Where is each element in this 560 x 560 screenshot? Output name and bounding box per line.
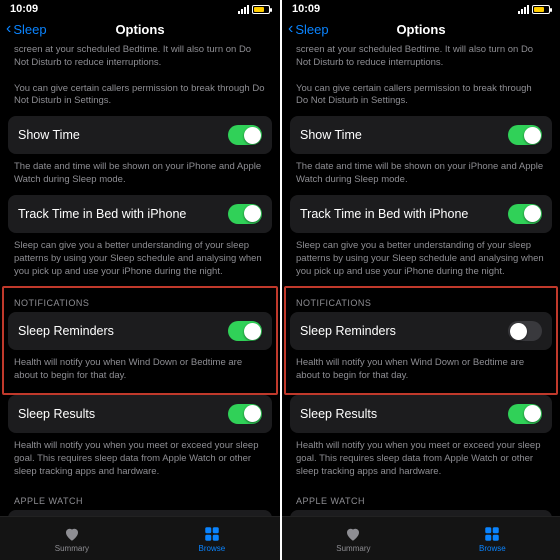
tab-summary[interactable]: Summary	[336, 525, 370, 553]
truncated-desc: screen at your scheduled Bedtime. It wil…	[8, 42, 272, 78]
track-time-cell[interactable]: Track Time in Bed with iPhone	[8, 195, 272, 233]
status-bar: 10:09	[0, 0, 280, 16]
nav-title: Options	[115, 22, 164, 37]
sleep-reminders-label: Sleep Reminders	[300, 324, 396, 338]
nav-bar: ‹ Sleep Options	[282, 16, 560, 42]
tab-browse-label: Browse	[199, 544, 226, 553]
sleep-reminders-desc: Health will notify you when Wind Down or…	[290, 352, 552, 391]
sleep-reminders-switch[interactable]	[508, 321, 542, 341]
battery-icon	[252, 5, 270, 14]
nav-title: Options	[396, 22, 445, 37]
tab-summary-label: Summary	[336, 544, 370, 553]
cellular-icon	[238, 5, 249, 14]
track-time-switch[interactable]	[508, 204, 542, 224]
sleep-results-switch[interactable]	[508, 404, 542, 424]
phone-right: 10:09 ‹ Sleep Options screen at your sch…	[280, 0, 560, 560]
apple-watch-header: APPLE WATCH	[290, 486, 552, 510]
dnd-desc: You can give certain callers permission …	[290, 78, 552, 117]
track-time-cell[interactable]: Track Time in Bed with iPhone	[290, 195, 552, 233]
tab-summary[interactable]: Summary	[55, 525, 89, 553]
track-time-label: Track Time in Bed with iPhone	[18, 207, 186, 221]
show-time-desc: The date and time will be shown on your …	[8, 156, 272, 195]
sleep-results-label: Sleep Results	[18, 407, 95, 421]
tab-browse[interactable]: Browse	[199, 525, 226, 553]
sleep-results-desc: Health will notify you when you meet or …	[290, 435, 552, 486]
tab-bar: Summary Browse	[282, 516, 560, 560]
highlight-box: NOTIFICATIONS Sleep Reminders Health wil…	[284, 286, 558, 395]
show-time-switch[interactable]	[228, 125, 262, 145]
sleep-results-label: Sleep Results	[300, 407, 377, 421]
tab-summary-label: Summary	[55, 544, 89, 553]
notifications-header: NOTIFICATIONS	[8, 288, 272, 312]
sleep-reminders-desc: Health will notify you when Wind Down or…	[8, 352, 272, 391]
back-button[interactable]: ‹ Sleep	[288, 21, 329, 37]
heart-icon	[62, 525, 82, 543]
phone-left: 10:09 ‹ Sleep Options screen at your sch…	[0, 0, 280, 560]
sleep-reminders-cell[interactable]: Sleep Reminders	[8, 312, 272, 350]
show-time-cell[interactable]: Show Time	[290, 116, 552, 154]
dnd-desc: You can give certain callers permission …	[8, 78, 272, 117]
track-time-desc: Sleep can give you a better understandin…	[8, 235, 272, 286]
status-time: 10:09	[10, 3, 38, 15]
back-button[interactable]: ‹ Sleep	[6, 21, 47, 37]
back-label: Sleep	[13, 22, 46, 37]
show-time-label: Show Time	[300, 128, 362, 142]
status-right	[238, 5, 270, 14]
sleep-reminders-cell[interactable]: Sleep Reminders	[290, 312, 552, 350]
scroll-content[interactable]: screen at your scheduled Bedtime. It wil…	[282, 42, 560, 516]
nav-bar: ‹ Sleep Options	[0, 16, 280, 42]
scroll-content[interactable]: screen at your scheduled Bedtime. It wil…	[0, 42, 280, 516]
show-time-switch[interactable]	[508, 125, 542, 145]
chevron-left-icon: ‹	[288, 21, 293, 37]
sleep-results-cell[interactable]: Sleep Results	[8, 395, 272, 433]
track-time-desc: Sleep can give you a better understandin…	[290, 235, 552, 286]
show-time-label: Show Time	[18, 128, 80, 142]
truncated-desc: screen at your scheduled Bedtime. It wil…	[290, 42, 552, 78]
chevron-left-icon: ‹	[6, 21, 11, 37]
show-time-cell[interactable]: Show Time	[8, 116, 272, 154]
status-time: 10:09	[292, 3, 320, 15]
tab-browse[interactable]: Browse	[479, 525, 506, 553]
show-time-desc: The date and time will be shown on your …	[290, 156, 552, 195]
heart-icon	[343, 525, 363, 543]
apple-watch-header: APPLE WATCH	[8, 486, 272, 510]
battery-icon	[532, 5, 550, 14]
sleep-results-cell[interactable]: Sleep Results	[290, 395, 552, 433]
notifications-header: NOTIFICATIONS	[290, 288, 552, 312]
track-time-switch[interactable]	[228, 204, 262, 224]
track-time-label: Track Time in Bed with iPhone	[300, 207, 468, 221]
cellular-icon	[518, 5, 529, 14]
grid-icon	[202, 525, 222, 543]
grid-icon	[482, 525, 502, 543]
sleep-results-switch[interactable]	[228, 404, 262, 424]
sleep-reminders-switch[interactable]	[228, 321, 262, 341]
status-bar: 10:09	[282, 0, 560, 16]
back-label: Sleep	[295, 22, 328, 37]
status-right	[518, 5, 550, 14]
sleep-results-desc: Health will notify you when you meet or …	[8, 435, 272, 486]
tab-browse-label: Browse	[479, 544, 506, 553]
highlight-box: NOTIFICATIONS Sleep Reminders Health wil…	[2, 286, 278, 395]
tab-bar: Summary Browse	[0, 516, 280, 560]
sleep-reminders-label: Sleep Reminders	[18, 324, 114, 338]
